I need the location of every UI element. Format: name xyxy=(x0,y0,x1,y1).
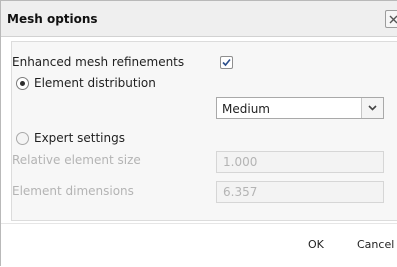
chevron-down-icon xyxy=(368,105,377,111)
element-dimensions-input[interactable] xyxy=(216,181,384,203)
expert-settings-label: Expert settings xyxy=(34,131,125,145)
dialog-title: Mesh options xyxy=(7,12,98,26)
distribution-select-value: Medium xyxy=(222,102,270,116)
relative-element-size-input[interactable] xyxy=(216,151,384,173)
mesh-options-dialog: Mesh options Enhanced mesh refinements E… xyxy=(0,0,397,267)
distribution-select[interactable]: Medium xyxy=(216,97,384,119)
close-icon xyxy=(389,15,397,24)
enhanced-refinements-checkbox[interactable] xyxy=(220,56,233,69)
element-dimensions-label: Element dimensions xyxy=(12,184,134,198)
dialog-footer: OK Cancel xyxy=(1,223,397,267)
close-button[interactable] xyxy=(385,10,397,28)
cancel-button[interactable]: Cancel xyxy=(357,238,394,251)
enhanced-refinements-label: Enhanced mesh refinements xyxy=(12,55,185,69)
dialog-body: Enhanced mesh refinements Element distri… xyxy=(1,37,397,223)
checkmark-icon xyxy=(222,58,231,67)
radio-selected-dot xyxy=(20,81,25,86)
expert-settings-radio[interactable] xyxy=(16,132,29,145)
element-distribution-radio[interactable] xyxy=(16,77,29,90)
ok-button[interactable]: OK xyxy=(308,238,324,251)
dialog-titlebar: Mesh options xyxy=(1,1,397,37)
dropdown-arrow-button[interactable] xyxy=(361,98,383,118)
relative-element-size-label: Relative element size xyxy=(12,153,141,167)
element-distribution-label: Element distribution xyxy=(34,76,156,90)
